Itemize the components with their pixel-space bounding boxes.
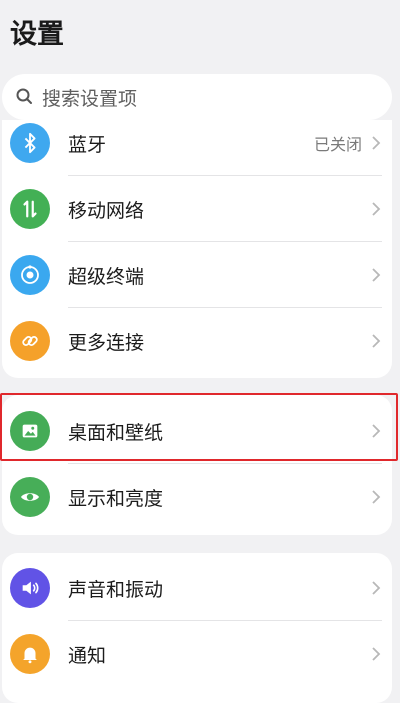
super-device-icon [10,255,50,295]
settings-item-sound-vibration[interactable]: 声音和振动 [2,555,392,621]
notifications-label: 通知 [68,644,107,667]
wallpaper-icon [10,411,50,451]
settings-item-bluetooth[interactable]: 蓝牙 已关闭 [2,120,392,176]
search-placeholder: 搜索设置项 [42,87,138,110]
chevron-right-icon [372,136,381,150]
settings-item-mobile-network[interactable]: 移动网络 [2,176,392,242]
eye-icon [10,477,50,517]
bell-icon [10,634,50,674]
settings-item-notifications[interactable]: 通知 [2,621,392,687]
mobile-network-label: 移动网络 [68,199,145,222]
search-icon [16,88,32,104]
chevron-right-icon [372,268,381,282]
chevron-right-icon [372,581,381,595]
display-brightness-label: 显示和亮度 [68,487,164,510]
search-bar[interactable]: 搜索设置项 [2,74,392,120]
chevron-right-icon [372,334,381,348]
page-title: 设置 [10,19,64,50]
settings-group-sound: 声音和振动 通知 [2,553,392,703]
settings-item-more-connections[interactable]: 更多连接 [2,308,392,374]
settings-item-super-device[interactable]: 超级终端 [2,242,392,308]
bluetooth-icon [10,123,50,163]
mobile-data-icon [10,189,50,229]
more-connections-label: 更多连接 [68,331,145,354]
sound-icon [10,568,50,608]
chevron-right-icon [372,202,381,216]
settings-item-desktop-wallpaper[interactable]: 桌面和壁纸 [2,398,392,464]
link-icon [10,321,50,361]
chevron-right-icon [372,424,381,438]
super-device-label: 超级终端 [68,265,145,288]
bluetooth-label: 蓝牙 [68,133,107,156]
settings-group-display: 桌面和壁纸 显示和亮度 [2,395,392,535]
settings-item-display-brightness[interactable]: 显示和亮度 [2,464,392,530]
chevron-right-icon [372,647,381,661]
bluetooth-status: 已关闭 [313,135,362,154]
desktop-wallpaper-label: 桌面和壁纸 [68,421,164,444]
chevron-right-icon [372,490,381,504]
sound-vibration-label: 声音和振动 [68,578,164,601]
settings-group-connectivity: 蓝牙 已关闭 移动网络 超级终端 更多连接 [2,120,392,378]
